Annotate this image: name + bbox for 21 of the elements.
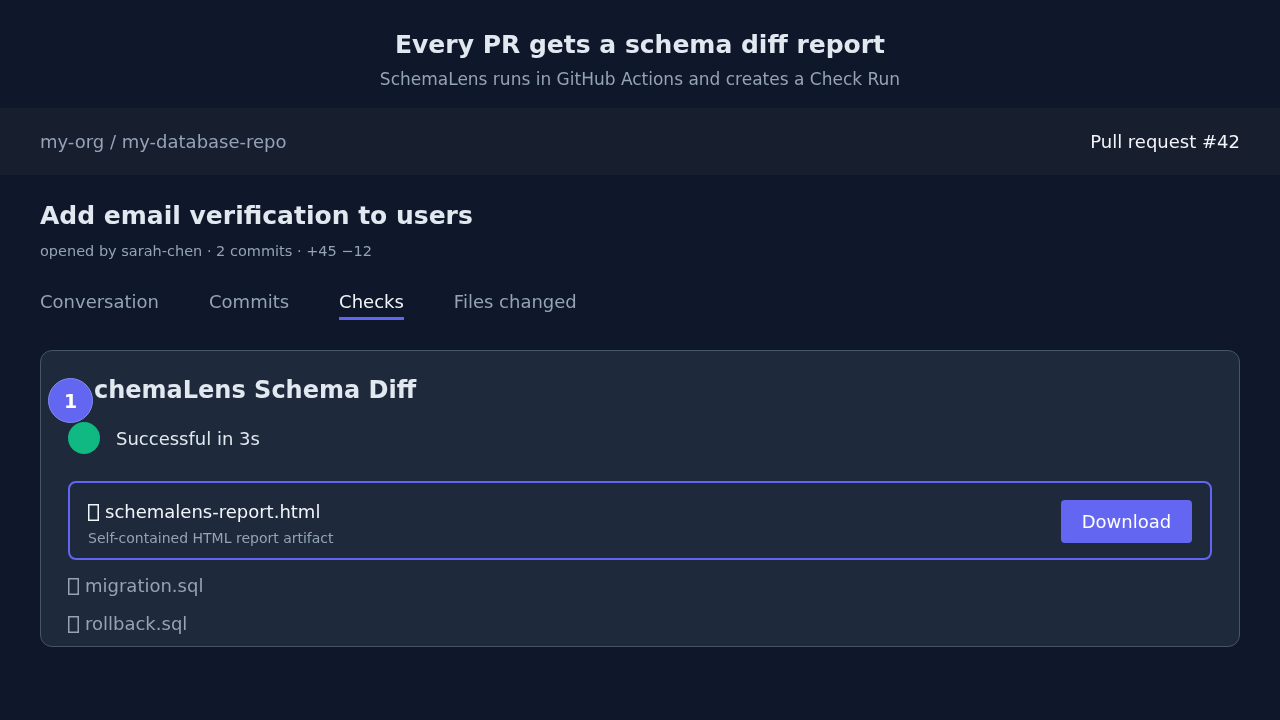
- step-number-badge: 1: [48, 378, 93, 423]
- tab[interactable]: Conversation: [40, 289, 159, 320]
- pull-request-number: Pull request #42: [1090, 131, 1240, 152]
- glyph-box-icon: [68, 577, 79, 595]
- pull-request-title: Add email verification to users: [40, 200, 474, 232]
- artifact-name: schemalens-report.html: [105, 500, 321, 524]
- tab[interactable]: Checks: [339, 289, 404, 320]
- file-name: rollback.sql: [85, 612, 188, 636]
- glyph-box-icon: [68, 615, 79, 633]
- download-button[interactable]: Download: [1061, 500, 1192, 543]
- file-name: migration.sql: [85, 574, 204, 598]
- pull-request-meta: opened by sarah-chen · 2 commits · +45 −12: [40, 242, 373, 261]
- tab[interactable]: Files changed: [453, 289, 577, 320]
- check-title: chemaLens Schema Diff: [94, 375, 418, 406]
- status-text: Successful in 3s: [116, 427, 260, 449]
- page-title: Every PR gets a schema diff report: [395, 29, 885, 61]
- page-subtitle: SchemaLens runs in GitHub Actions and creates a Check Run: [379, 68, 901, 90]
- tab[interactable]: Commits: [209, 289, 290, 320]
- artifact-description: Self-contained HTML report artifact: [88, 529, 334, 548]
- glyph-box-icon: [88, 503, 99, 521]
- repo-name: my-org / my-database-repo: [40, 131, 287, 152]
